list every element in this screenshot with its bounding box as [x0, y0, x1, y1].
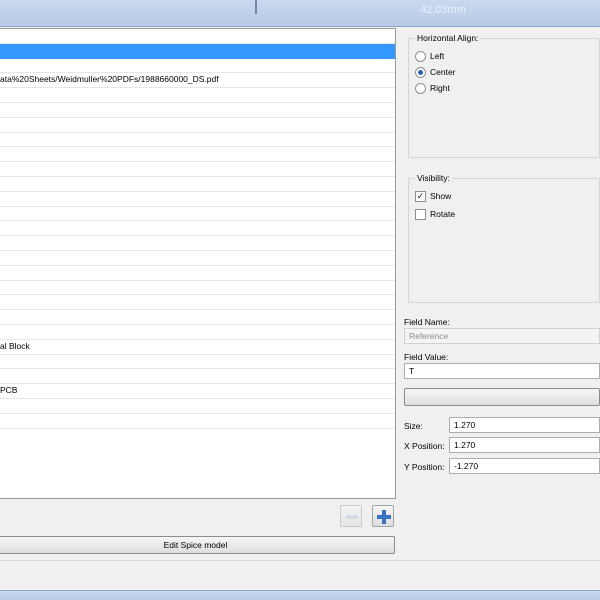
horizontal-align-group: Horizontal Align: Left Center Right	[408, 33, 600, 158]
list-item[interactable]	[0, 207, 395, 222]
x-position-label: X Position:	[404, 441, 445, 451]
minus-icon	[346, 515, 358, 519]
field-name-input: Reference	[404, 328, 600, 344]
list-item[interactable]	[0, 414, 395, 429]
list-item[interactable]	[0, 266, 395, 281]
plus-icon	[377, 510, 391, 524]
bottom-frame	[0, 590, 600, 600]
list-item[interactable]	[0, 192, 395, 207]
list-item[interactable]	[0, 325, 395, 340]
list-item[interactable]	[0, 236, 395, 251]
list-item[interactable]	[0, 118, 395, 133]
list-item[interactable]	[0, 369, 395, 385]
fields-list[interactable]: ata%20Sheets/Weidmuller%20PDFs/198866000…	[0, 28, 396, 499]
rotate-checkbox[interactable]	[415, 209, 426, 221]
horizontal-align-title: Horizontal Align:	[415, 33, 481, 43]
y-position-input[interactable]: -1.270	[449, 458, 600, 474]
separator	[0, 560, 600, 561]
list-item[interactable]	[0, 310, 395, 325]
radio-left[interactable]	[415, 51, 426, 63]
list-item[interactable]: ata%20Sheets/Weidmuller%20PDFs/198866000…	[0, 73, 395, 89]
edit-spice-model-button[interactable]: Edit Spice model	[0, 536, 395, 554]
window-divider	[255, 0, 257, 14]
visibility-title: Visibility:	[415, 173, 452, 183]
list-item[interactable]	[0, 43, 395, 59]
list-item[interactable]	[0, 103, 395, 118]
list-item[interactable]	[0, 399, 395, 414]
list-item[interactable]	[0, 177, 395, 192]
list-item[interactable]	[0, 355, 395, 370]
field-value-label: Field Value:	[404, 352, 449, 362]
rotate-option[interactable]: Rotate	[415, 209, 455, 221]
remove-field-button[interactable]	[340, 505, 362, 527]
show-checkbox[interactable]: ✓	[415, 191, 426, 203]
y-position-label: Y Position:	[404, 462, 445, 472]
visibility-group: Visibility: ✓ Show Rotate	[408, 173, 600, 303]
align-left-option[interactable]: Left	[415, 51, 444, 63]
topbar-faded-text: 42.03mm	[420, 4, 466, 16]
list-item[interactable]: PCB	[0, 384, 395, 399]
list-item[interactable]	[0, 147, 395, 163]
list-item[interactable]	[0, 221, 395, 237]
list-item[interactable]	[0, 281, 395, 296]
list-item[interactable]	[0, 59, 395, 74]
list-item[interactable]	[0, 88, 395, 103]
x-position-input[interactable]: 1.270	[449, 437, 600, 453]
list-item[interactable]	[0, 133, 395, 148]
align-center-option[interactable]: Center	[415, 67, 456, 79]
list-item[interactable]	[0, 162, 395, 177]
list-item[interactable]	[0, 29, 395, 44]
list-item[interactable]	[0, 295, 395, 311]
add-field-button[interactable]	[372, 505, 394, 527]
show-option[interactable]: ✓ Show	[415, 191, 451, 203]
radio-right[interactable]	[415, 83, 426, 95]
field-value-button[interactable]	[404, 388, 600, 406]
title-bar	[0, 0, 600, 27]
radio-center[interactable]	[415, 67, 426, 79]
list-item[interactable]	[0, 251, 395, 266]
list-item[interactable]: al Block	[0, 340, 395, 355]
align-right-option[interactable]: Right	[415, 83, 450, 95]
field-value-input[interactable]: T	[404, 363, 600, 379]
field-name-label: Field Name:	[404, 317, 450, 327]
size-label: Size:	[404, 421, 423, 431]
size-input[interactable]: 1.270	[449, 417, 600, 433]
